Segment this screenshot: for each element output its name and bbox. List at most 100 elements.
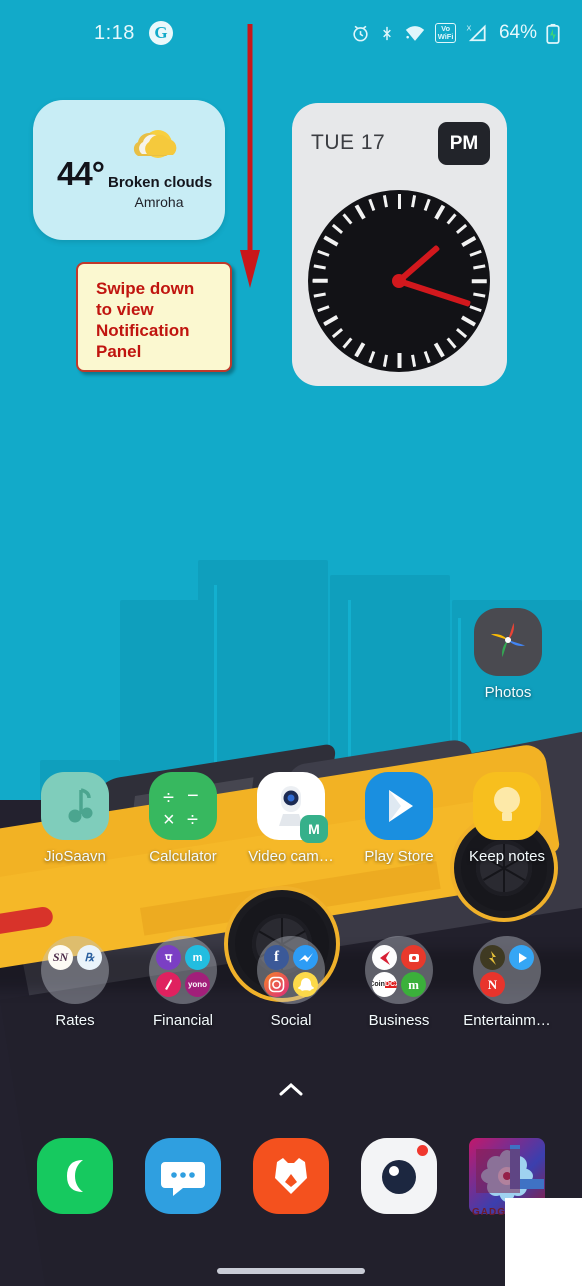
annotation-line-1: Swipe down xyxy=(96,279,195,298)
annotation-line-3: Notification xyxy=(96,321,190,340)
app-label-jiosaavn: JioSaavn xyxy=(44,848,106,865)
bluetooth-icon xyxy=(379,24,395,43)
folder-app-1-icon: SN xyxy=(48,945,73,970)
folder-app-instagram-icon xyxy=(264,972,289,997)
alarm-icon xyxy=(351,24,370,43)
folder-icon: N xyxy=(473,936,541,1004)
folder-icon: CoinDCX m xyxy=(365,936,433,1004)
app-label-keep-notes: Keep notes xyxy=(469,848,545,865)
clock-tick xyxy=(474,279,486,283)
keep-notes-icon xyxy=(473,772,541,840)
calculator-icon: ÷ − × ÷ xyxy=(149,772,217,840)
folder-app-4-icon: yono xyxy=(185,972,210,997)
dock-icon-phone[interactable] xyxy=(20,1138,130,1214)
app-label-play-store: Play Store xyxy=(364,848,434,865)
folder-app-1-icon xyxy=(480,945,505,970)
chevron-up-icon[interactable] xyxy=(277,1080,305,1100)
folder-app-facebook-icon: f xyxy=(264,945,289,970)
folder-app-4-icon: m xyxy=(401,972,426,997)
folder-app-2-icon: m xyxy=(185,945,210,970)
volte-wifi-icon: Vo WiFi xyxy=(435,23,456,43)
folder-business[interactable]: CoinDCX m Business xyxy=(341,936,457,1029)
app-icon-photos[interactable]: Photos xyxy=(450,608,566,701)
signal-icon: X xyxy=(465,23,488,43)
app-label-video-cam: Calculator xyxy=(149,848,217,865)
brave-browser-icon xyxy=(253,1138,329,1214)
weather-condition: Broken clouds xyxy=(108,174,213,191)
folder-icon: f xyxy=(257,936,325,1004)
folder-label-entertainment: Entertainm… xyxy=(463,1012,551,1029)
folder-label-rates: Rates xyxy=(55,1012,95,1029)
clock-tick xyxy=(397,356,401,368)
jiosaavn-icon xyxy=(41,772,109,840)
status-bar-clock: 1:18 xyxy=(94,21,135,44)
broken-clouds-icon xyxy=(128,122,182,166)
clock-tick xyxy=(312,279,324,283)
folder-social[interactable]: f Social xyxy=(233,936,349,1029)
battery-charging-icon xyxy=(546,23,560,44)
folder-icon: प m yono xyxy=(149,936,217,1004)
folder-entertainment[interactable]: N Entertainm… xyxy=(449,936,565,1029)
app-label-photos: Photos xyxy=(484,684,532,701)
google-icon[interactable]: G xyxy=(148,21,173,45)
signal-x-label: X xyxy=(466,23,471,32)
status-bar[interactable]: 1:18 G Vo WiFi X 64% xyxy=(0,0,582,66)
play-store-icon xyxy=(365,772,433,840)
mi-home-badge-icon: M xyxy=(300,815,328,843)
annotation-line-2: to view xyxy=(96,300,154,319)
dock-icon-camera[interactable] xyxy=(344,1138,454,1214)
folder-app-coindcx-icon: CoinDCX xyxy=(372,972,397,997)
messages-icon xyxy=(145,1138,221,1214)
analog-clock-face xyxy=(308,190,490,372)
weather-temperature: 44° xyxy=(57,155,105,192)
app-icon-calculator[interactable]: ÷ − × ÷ Calculator xyxy=(125,772,241,865)
clock-tick xyxy=(472,264,485,270)
folder-app-netflix-icon: N xyxy=(480,972,505,997)
annotation-line-4: Panel xyxy=(96,342,142,361)
watermark-label: GADG xyxy=(472,1207,506,1218)
clock-tick xyxy=(313,264,326,270)
folder-app-2-icon xyxy=(401,945,426,970)
phone-icon xyxy=(37,1138,113,1214)
svg-text:−: − xyxy=(187,785,199,807)
annotation-callout: Swipe down to view Notification Panel xyxy=(76,262,232,372)
app-icon-keep-notes[interactable]: Keep notes xyxy=(449,772,565,865)
folder-financial[interactable]: प m yono Financial xyxy=(125,936,241,1029)
folder-icon: SN ℞ xyxy=(41,936,109,1004)
folder-label-social: Social xyxy=(270,1012,312,1029)
wifi-icon xyxy=(404,24,426,43)
white-overlay-block xyxy=(505,1198,582,1286)
camera-icon xyxy=(361,1138,437,1214)
clock-minute-hand xyxy=(398,278,471,307)
folder-label-business: Business xyxy=(368,1012,430,1029)
folder-app-2-icon: ℞ xyxy=(77,945,102,970)
clock-center-cap xyxy=(392,274,406,288)
google-photos-icon xyxy=(474,608,542,676)
clock-date-label: TUE 17 xyxy=(311,131,386,154)
folder-label-financial: Financial xyxy=(152,1012,214,1029)
weather-city: Amroha xyxy=(134,194,184,210)
folder-rates[interactable]: SN ℞ Rates xyxy=(17,936,133,1029)
dock-icon-brave[interactable] xyxy=(236,1138,346,1214)
folder-app-messenger-icon xyxy=(293,945,318,970)
folder-app-1-icon: प xyxy=(156,945,181,970)
clock-widget[interactable]: TUE 17 PM xyxy=(292,103,507,386)
folder-app-1-icon xyxy=(372,945,397,970)
home-gesture-pill[interactable] xyxy=(217,1268,365,1274)
clock-meridiem-badge: PM xyxy=(438,122,490,165)
clock-tick xyxy=(463,317,476,326)
svg-text:÷: ÷ xyxy=(163,787,174,809)
clock-tick xyxy=(397,194,401,206)
folder-app-3-icon xyxy=(156,972,181,997)
folder-app-snapchat-icon xyxy=(293,972,318,997)
weather-widget[interactable]: 44° Broken clouds Amroha xyxy=(33,100,225,240)
app-icon-jiosaavn[interactable]: JioSaavn xyxy=(17,772,133,865)
svg-text:÷: ÷ xyxy=(187,809,198,831)
app-icon-play-store[interactable]: Play Store xyxy=(341,772,457,865)
app-icon-video-camera[interactable]: M Video cam… xyxy=(233,772,349,865)
battery-percent-label: 64% xyxy=(498,22,537,43)
app-label-video-camera: Video cam… xyxy=(248,848,334,865)
folder-app-2-icon xyxy=(509,945,534,970)
dock-icon-messages[interactable] xyxy=(128,1138,238,1214)
clock-tick xyxy=(322,236,335,245)
